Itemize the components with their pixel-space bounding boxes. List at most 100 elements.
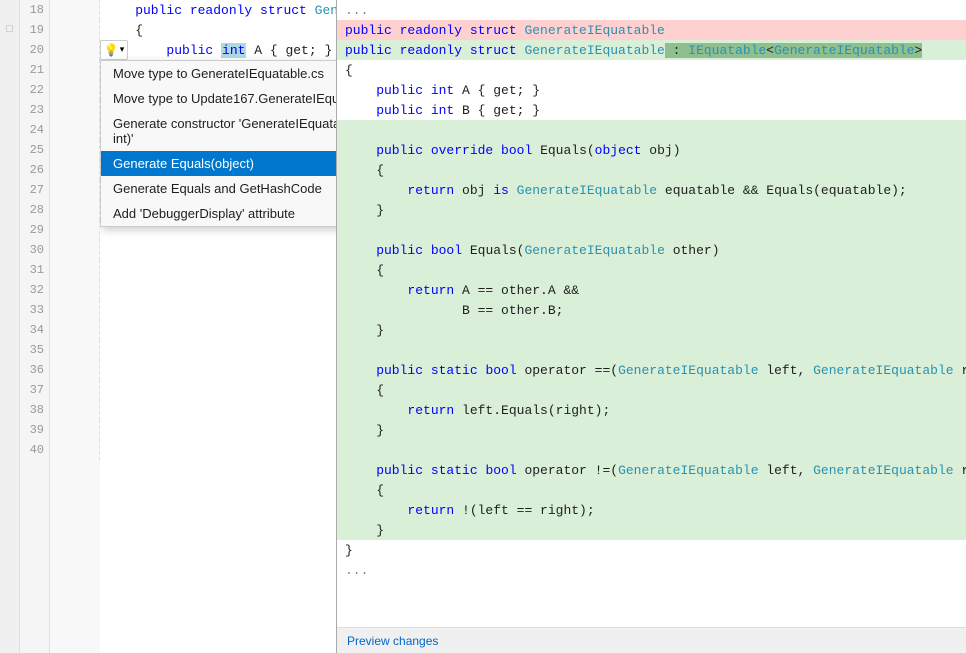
menu-item-move-type-label: Move type to GenerateIEquatable.cs — [113, 66, 324, 81]
lightbulb-button[interactable]: 💡 ▾ — [100, 40, 128, 60]
line-num-23: 23 — [20, 100, 49, 120]
line-num-31: 31 — [20, 260, 49, 280]
context-menu: Move type to GenerateIEquatable.cs Move … — [100, 60, 336, 227]
line-num-34: 34 — [20, 320, 49, 340]
gutter-line — [0, 200, 19, 220]
editor-container: □ 18 19 20 21 — [0, 0, 966, 653]
menu-item-move-type[interactable]: Move type to GenerateIEquatable.cs — [101, 61, 336, 86]
preview-line-ellipsis-top: ... — [337, 0, 966, 20]
preview-line-added-brace2: { — [337, 260, 966, 280]
preview-line-added-close-brace3: } — [337, 420, 966, 440]
gutter-line — [0, 340, 19, 360]
code-line-31 — [104, 260, 336, 280]
preview-line-added-return-a: return A == other.A && — [337, 280, 966, 300]
gutter: □ — [0, 0, 20, 653]
gutter-line — [0, 180, 19, 200]
preview-line-added-op-neq: public static bool operator !=(GenerateI… — [337, 460, 966, 480]
preview-line-property-b: public int B { get; } — [337, 100, 966, 120]
menu-item-move-type-update-label: Move type to Update167.GenerateIEquatabl… — [113, 91, 336, 106]
preview-line-added-op-eq: public static bool operator ==(GenerateI… — [337, 360, 966, 380]
code-line-19: { — [104, 20, 336, 40]
gutter-line — [0, 100, 19, 120]
line-num-35: 35 — [20, 340, 49, 360]
menu-item-generate-equals-hash[interactable]: Generate Equals and GetHashCode — [101, 176, 336, 201]
line-num-33: 33 — [20, 300, 49, 320]
code-line-35 — [104, 340, 336, 360]
preview-line-added-empty2 — [337, 220, 966, 240]
preview-line-added-return-b: B == other.B; — [337, 300, 966, 320]
preview-line-added-empty4 — [337, 440, 966, 460]
preview-line-ellipsis-bottom: ... — [337, 560, 966, 580]
preview-line-removed-struct: public readonly struct GenerateIEquatabl… — [337, 20, 966, 40]
gutter-line — [0, 160, 19, 180]
line-num-37: 37 — [20, 380, 49, 400]
line-num-27: 27 — [20, 180, 49, 200]
line-num-25: 25 — [20, 140, 49, 160]
gutter-line — [0, 120, 19, 140]
preview-line-added-empty3 — [337, 340, 966, 360]
line-number-column: 18 19 20 21 22 23 24 25 26 27 28 29 30 3… — [20, 0, 50, 653]
gutter-line — [0, 80, 19, 100]
preview-line-added-return-obj: return obj is GenerateIEquatable equatab… — [337, 180, 966, 200]
gutter-line — [0, 360, 19, 380]
menu-item-generate-equals-label: Generate Equals(object) — [113, 156, 254, 171]
line-num-28: 28 — [20, 200, 49, 220]
menu-item-generate-equals[interactable]: Generate Equals(object) ▶ — [101, 151, 336, 176]
line-num-30: 30 — [20, 240, 49, 260]
menu-item-move-type-update[interactable]: Move type to Update167.GenerateIEquatabl… — [101, 86, 336, 111]
gutter-line — [0, 400, 19, 420]
preview-line-added-equals-override: public override bool Equals(object obj) — [337, 140, 966, 160]
gutter-line — [0, 280, 19, 300]
right-preview-panel: ... public readonly struct GenerateIEqua… — [336, 0, 966, 653]
line-num-18: 18 — [20, 0, 49, 20]
gutter-line — [0, 380, 19, 400]
gutter-line — [0, 220, 19, 240]
gutter-line: □ — [0, 20, 19, 40]
left-panel: □ 18 19 20 21 — [0, 0, 336, 653]
preview-line-added-brace1: { — [337, 160, 966, 180]
gutter-line — [0, 40, 19, 60]
preview-line-open-brace: { — [337, 60, 966, 80]
gutter-line — [0, 140, 19, 160]
line-num-32: 32 — [20, 280, 49, 300]
code-line-20: public int A { get; } — [104, 40, 336, 60]
line-num-22: 22 — [20, 80, 49, 100]
menu-item-generate-constructor-label: Generate constructor 'GenerateIEquatable… — [113, 116, 336, 146]
lightbulb-dropdown-arrow: ▾ — [120, 45, 125, 55]
line-num-40: 40 — [20, 440, 49, 460]
code-line-30 — [104, 240, 336, 260]
line-num-19: 19 — [20, 20, 49, 40]
preview-line-added-empty1 — [337, 120, 966, 140]
preview-changes-link[interactable]: Preview changes — [347, 634, 438, 648]
gutter-line — [0, 0, 19, 20]
preview-line-added-close-brace2: } — [337, 320, 966, 340]
menu-item-generate-constructor[interactable]: Generate constructor 'GenerateIEquatable… — [101, 111, 336, 151]
code-line-38 — [104, 400, 336, 420]
line-num-26: 26 — [20, 160, 49, 180]
gutter-line — [0, 320, 19, 340]
preview-line-added-close-brace1: } — [337, 200, 966, 220]
left-code-panel: 💡 ▾ Move type to GenerateIEquatable.cs M… — [100, 0, 336, 653]
code-line-32 — [104, 280, 336, 300]
line-num-24: 24 — [20, 120, 49, 140]
line-num-29: 29 — [20, 220, 49, 240]
gutter-line — [0, 60, 19, 80]
line-num-38: 38 — [20, 400, 49, 420]
preview-line-added-equals-typed: public bool Equals(GenerateIEquatable ot… — [337, 240, 966, 260]
code-line-33 — [104, 300, 336, 320]
gutter-line — [0, 420, 19, 440]
line-num-21: 21 — [20, 60, 49, 80]
preview-line-added-brace4: { — [337, 480, 966, 500]
preview-line-added-return-not: return !(left == right); — [337, 500, 966, 520]
preview-line-added-close-brace4: } — [337, 520, 966, 540]
gutter-line — [0, 440, 19, 460]
preview-line-added-brace3: { — [337, 380, 966, 400]
gutter-line — [0, 300, 19, 320]
code-line-18: public readonly struct GenerateIEquatabl… — [104, 0, 336, 20]
menu-item-add-debugger[interactable]: Add 'DebuggerDisplay' attribute — [101, 201, 336, 226]
code-line-39 — [104, 420, 336, 440]
indent-guides — [50, 0, 100, 653]
menu-item-add-debugger-label: Add 'DebuggerDisplay' attribute — [113, 206, 295, 221]
line-num-36: 36 — [20, 360, 49, 380]
line-num-39: 39 — [20, 420, 49, 440]
